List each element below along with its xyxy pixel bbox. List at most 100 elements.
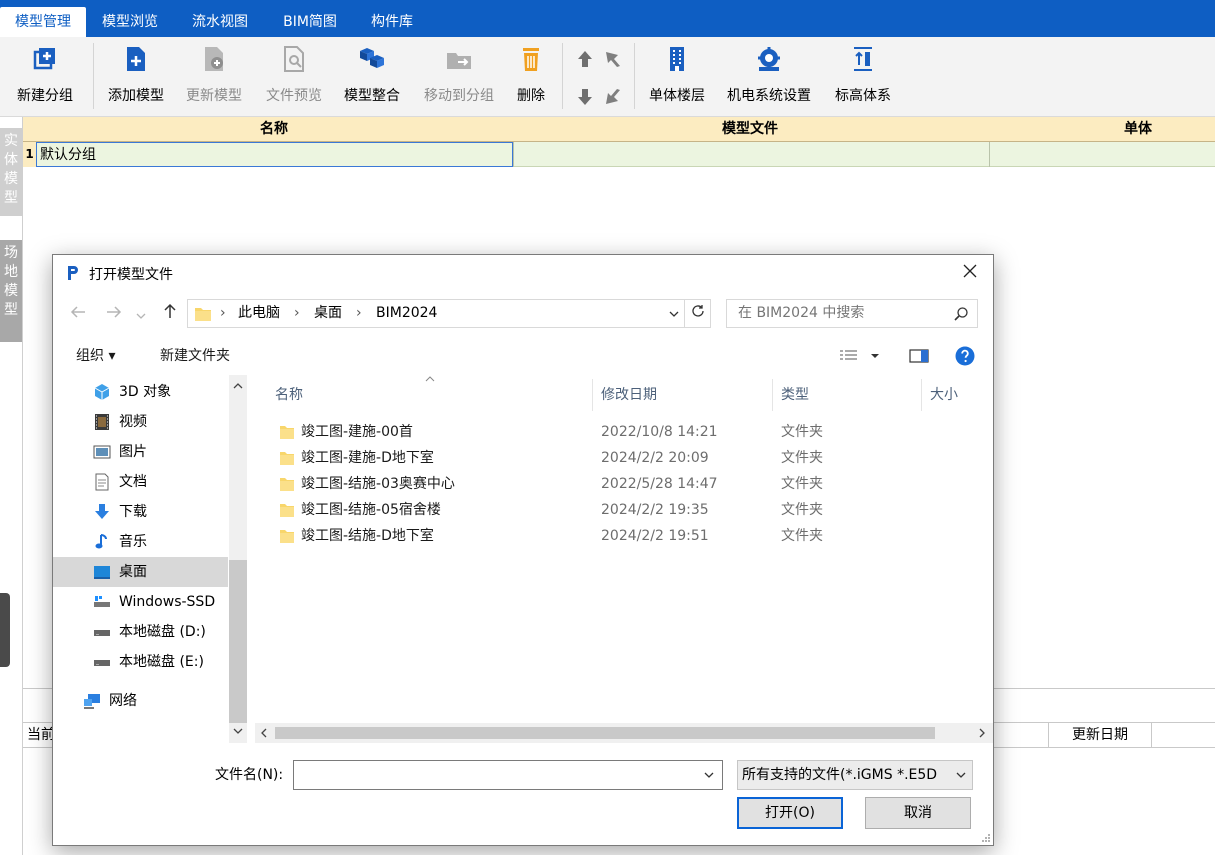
nav-label: 视频 [119,414,147,430]
file-name: 竣工图-建施-00首 [301,424,413,440]
filetype-select[interactable]: 所有支持的文件(*.iGMS *.E5D [737,760,973,790]
col-header-file-name[interactable]: 名称 [275,379,303,411]
breadcrumb-desktop[interactable]: 桌面 [314,300,342,327]
address-dropdown-button[interactable] [663,299,685,328]
side-handle[interactable] [0,593,10,667]
help-button[interactable] [955,341,975,371]
new-group-button[interactable]: 新建分组 [6,41,84,111]
column-divider [921,379,922,411]
refresh-button[interactable] [685,299,711,328]
breadcrumb-this-pc[interactable]: 此电脑 [238,300,280,327]
nav-item-windows-ssd[interactable]: Windows-SSD [53,587,228,617]
file-row[interactable]: 竣工图-建施-D地下室 2024/2/2 20:09 文件夹 [279,445,979,471]
cell-name[interactable]: 默认分组 [36,142,513,167]
tab-flow-view[interactable]: 流水视图 [176,7,264,37]
single-floor-button[interactable]: 单体楼层 [642,41,712,111]
drive-icon [94,660,110,666]
download-icon [95,504,109,519]
nav-item-documents[interactable]: 文档 [53,467,228,497]
file-name: 竣工图-结施-03奥赛中心 [301,476,455,492]
open-file-dialog: 打开模型文件 › 此电脑 › 桌面 › BIM2024 在 BIM2024 中搜… [52,254,994,846]
elevation-system-button[interactable]: 标高体系 [828,41,898,111]
delete-button[interactable]: 删除 [510,41,552,111]
move-top-icon[interactable] [604,49,624,69]
nav-scrollbar-thumb[interactable] [229,560,247,723]
preview-pane-button[interactable] [909,341,929,371]
nav-item-videos[interactable]: 视频 [53,407,228,437]
breadcrumb-separator: › [294,305,300,321]
mep-setup-button[interactable]: 机电系统设置 [720,41,818,111]
organize-menu[interactable]: 组织 ▾ [76,341,115,371]
cell-unit[interactable] [989,142,1215,167]
col-header-type[interactable]: 类型 [781,379,809,411]
add-model-label: 添加模型 [108,88,164,104]
col-header-update-date[interactable]: 更新日期 [1048,723,1152,747]
forward-button[interactable] [101,301,127,327]
tab-bim-sketch[interactable]: BIM简图 [268,7,352,37]
side-tab-site-model[interactable]: 场地模型 [0,240,22,342]
help-icon [955,346,975,366]
single-floor-label: 单体楼层 [649,88,705,104]
cell-model-file[interactable] [513,142,989,167]
col-header-model-file[interactable]: 模型文件 [512,117,988,142]
folder-icon [280,530,294,543]
filename-dropdown-button[interactable] [701,767,717,783]
nav-item-drive-d[interactable]: 本地磁盘 (D:) [53,617,228,647]
nav-item-network[interactable]: 网络 [53,686,228,716]
file-row[interactable]: 竣工图-建施-00首 2022/10/8 14:21 文件夹 [279,419,979,445]
move-to-group-button[interactable]: 移动到分组 [418,41,500,111]
tab-component-library[interactable]: 构件库 [356,7,428,37]
resize-grip-icon[interactable] [980,832,990,842]
close-icon [963,264,977,278]
file-list-scrollbar-thumb[interactable] [275,727,935,739]
view-options-button[interactable] [839,341,881,371]
add-model-button[interactable]: 添加模型 [102,41,170,111]
address-bar[interactable]: › 此电脑 › 桌面 › BIM2024 [187,299,685,328]
nav-item-3d-objects[interactable]: 3D 对象 [53,377,228,407]
trash-icon [523,48,539,71]
col-header-size[interactable]: 大小 [930,379,958,411]
file-type: 文件夹 [781,476,823,492]
filename-input[interactable] [293,760,723,790]
move-bottom-icon[interactable] [604,87,624,107]
model-merge-label: 模型整合 [344,88,400,104]
file-row[interactable]: 竣工图-结施-03奥赛中心 2022/5/28 14:47 文件夹 [279,471,979,497]
chevron-down-icon [233,728,243,734]
model-merge-button[interactable]: 模型整合 [336,41,408,111]
table-row[interactable]: 1 默认分组 [23,142,1215,167]
tab-model-browse[interactable]: 模型浏览 [88,7,172,37]
col-header-name[interactable]: 名称 [36,117,512,142]
search-placeholder: 在 BIM2024 中搜索 [738,305,865,321]
nav-item-pictures[interactable]: 图片 [53,437,228,467]
file-row[interactable]: 竣工图-结施-D地下室 2024/2/2 19:51 文件夹 [279,523,979,549]
file-row[interactable]: 竣工图-结施-05宿舍楼 2024/2/2 19:35 文件夹 [279,497,979,523]
up-button[interactable] [157,301,183,327]
chevron-down-icon [136,313,146,319]
file-preview-button[interactable]: 文件预览 [258,41,330,111]
nav-item-downloads[interactable]: 下载 [53,497,228,527]
move-up-icon[interactable] [575,49,595,69]
filetype-value: 所有支持的文件(*.iGMS *.E5D [742,767,938,783]
dialog-close-button[interactable] [947,255,993,291]
file-preview-label: 文件预览 [266,88,322,104]
cube-icon [94,384,110,400]
file-type: 文件夹 [781,502,823,518]
cancel-button[interactable]: 取消 [865,797,971,829]
nav-label: 文档 [119,474,147,490]
nav-item-desktop[interactable]: 桌面 [53,557,228,587]
open-button[interactable]: 打开(O) [737,797,843,829]
col-header-modified-date[interactable]: 修改日期 [601,379,657,411]
recent-locations-button[interactable] [131,301,151,327]
nav-item-music[interactable]: 音乐 [53,527,228,557]
back-button[interactable] [65,301,91,327]
update-model-button[interactable]: 更新模型 [180,41,248,111]
side-tab-solid-model[interactable]: 实体模型 [0,128,22,216]
search-input[interactable]: 在 BIM2024 中搜索 [726,299,978,328]
new-folder-button[interactable]: 新建文件夹 [160,341,230,371]
breadcrumb-bim2024[interactable]: BIM2024 [376,300,437,327]
file-name: 竣工图-结施-D地下室 [301,528,434,544]
nav-item-drive-e[interactable]: 本地磁盘 (E:) [53,647,228,677]
move-down-icon[interactable] [575,87,595,107]
col-header-unit[interactable]: 单体 [988,117,1215,142]
tab-model-management[interactable]: 模型管理 [0,7,86,37]
